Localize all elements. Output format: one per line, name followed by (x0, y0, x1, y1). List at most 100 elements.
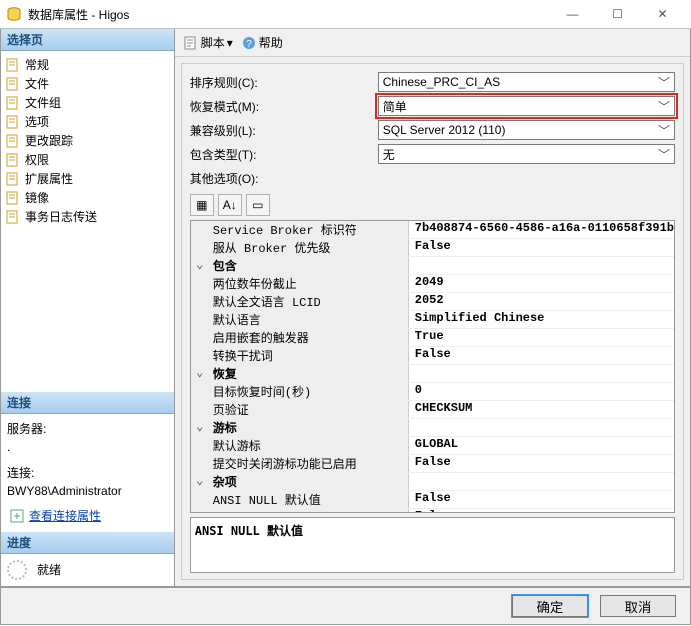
pages-button[interactable]: ▭ (246, 194, 270, 216)
connection-props-icon (9, 508, 25, 524)
cancel-button[interactable]: 取消 (600, 595, 676, 617)
sidebar-item[interactable]: 镜像 (3, 188, 172, 207)
collapse-icon[interactable]: ⌄ (191, 419, 209, 436)
window-title: 数据库属性 - Higos (28, 6, 550, 23)
propgrid-row[interactable]: 默认语言Simplified Chinese (191, 311, 674, 329)
propgrid-name: 默认全文语言 LCID (209, 293, 409, 310)
page-icon (5, 114, 21, 130)
page-icon (5, 133, 21, 149)
containment-label: 包含类型(T): (190, 146, 370, 163)
db-icon (6, 6, 22, 22)
propgrid-category[interactable]: ⌄包含 (191, 257, 674, 275)
sidebar-item-label: 镜像 (25, 189, 49, 206)
sidebar-item-label: 文件 (25, 75, 49, 92)
nav-list: 常规文件文件组选项更改跟踪权限扩展属性镜像事务日志传送 (1, 51, 174, 230)
propgrid-category[interactable]: ⌄恢复 (191, 365, 674, 383)
propgrid-name: 默认游标 (209, 437, 409, 454)
property-grid[interactable]: Service Broker 标识符7b408874-6560-4586-a16… (190, 220, 675, 513)
sidebar-item-label: 事务日志传送 (25, 208, 97, 225)
connection-label: 连接: (7, 464, 168, 482)
propgrid-cat-name: 游标 (209, 419, 409, 436)
categorize-button[interactable]: ▦ (190, 194, 214, 216)
sidebar-item[interactable]: 选项 (3, 112, 172, 131)
propgrid-row[interactable]: ANSI NULLS 已启用False (191, 509, 674, 513)
propgrid-value: False (409, 347, 674, 364)
recovery-combo[interactable]: 简单﹀ (378, 96, 675, 116)
propgrid-row[interactable]: 默认全文语言 LCID2052 (191, 293, 674, 311)
sidebar-item-label: 文件组 (25, 94, 61, 111)
sidebar-item-label: 更改跟踪 (25, 132, 73, 149)
toolbar: 脚本 ▾ ? 帮助 (175, 29, 690, 57)
progress-spinner-icon (7, 560, 27, 580)
sidebar-item[interactable]: 权限 (3, 150, 172, 169)
minimize-button[interactable]: — (550, 0, 595, 28)
view-connection-props-link[interactable]: 查看连接属性 (29, 507, 101, 525)
propgrid-row[interactable]: 转换干扰词False (191, 347, 674, 365)
propgrid-category[interactable]: ⌄游标 (191, 419, 674, 437)
propgrid-row[interactable]: 页验证CHECKSUM (191, 401, 674, 419)
propgrid-value: False (409, 455, 674, 472)
content-pane: 脚本 ▾ ? 帮助 排序规则(C): Chinese_PRC_CI_AS﹀ 恢复… (175, 29, 690, 586)
collapse-icon[interactable]: ⌄ (191, 257, 209, 274)
propgrid-row[interactable]: 提交时关闭游标功能已启用False (191, 455, 674, 473)
propgrid-name: 默认语言 (209, 311, 409, 328)
ok-button[interactable]: 确定 (512, 595, 588, 617)
sidebar-item[interactable]: 更改跟踪 (3, 131, 172, 150)
propgrid-row[interactable]: ANSI NULL 默认值False (191, 491, 674, 509)
propgrid-value: 2049 (409, 275, 674, 292)
sidebar-item[interactable]: 文件 (3, 74, 172, 93)
propgrid-name: 启用嵌套的触发器 (209, 329, 409, 346)
chevron-down-icon: ﹀ (658, 98, 670, 115)
propgrid-name: Service Broker 标识符 (209, 221, 409, 238)
maximize-button[interactable]: ☐ (595, 0, 640, 28)
collapse-icon[interactable]: ⌄ (191, 473, 209, 490)
propgrid-value: CHECKSUM (409, 401, 674, 418)
propgrid-row[interactable]: 启用嵌套的触发器True (191, 329, 674, 347)
sidebar-item[interactable]: 事务日志传送 (3, 207, 172, 226)
sidebar-item[interactable]: 扩展属性 (3, 169, 172, 188)
help-button[interactable]: ? 帮助 (241, 34, 283, 51)
sidebar-item-label: 选项 (25, 113, 49, 130)
server-label: 服务器: (7, 420, 168, 438)
propgrid-category[interactable]: ⌄杂项 (191, 473, 674, 491)
help-icon: ? (241, 35, 257, 51)
connection-value: BWY88\Administrator (7, 482, 168, 500)
server-value: . (7, 438, 168, 456)
sidebar-item[interactable]: 常规 (3, 55, 172, 74)
script-button[interactable]: 脚本 ▾ (183, 34, 233, 51)
compat-combo[interactable]: SQL Server 2012 (110)﹀ (378, 120, 675, 140)
svg-text:?: ? (246, 39, 252, 50)
sort-az-button[interactable]: A↓ (218, 194, 242, 216)
chevron-down-icon: ﹀ (658, 146, 670, 163)
propgrid-row[interactable]: 目标恢复时间(秒)0 (191, 383, 674, 401)
page-icon (5, 190, 21, 206)
propgrid-cat-name: 杂项 (209, 473, 409, 490)
propgrid-row[interactable]: 两位数年份截止2049 (191, 275, 674, 293)
sidebar-item-label: 权限 (25, 151, 49, 168)
recovery-label: 恢复模式(M): (190, 98, 370, 115)
propgrid-cat-name: 恢复 (209, 365, 409, 382)
collation-combo[interactable]: Chinese_PRC_CI_AS﹀ (378, 72, 675, 92)
sidebar-item-label: 扩展属性 (25, 170, 73, 187)
propgrid-row[interactable]: Service Broker 标识符7b408874-6560-4586-a16… (191, 221, 674, 239)
script-icon (183, 35, 199, 51)
propgrid-value: GLOBAL (409, 437, 674, 454)
close-button[interactable]: ✕ (640, 0, 685, 28)
propgrid-value: False (409, 491, 674, 508)
propgrid-name: 服从 Broker 优先级 (209, 239, 409, 256)
propgrid-value: True (409, 329, 674, 346)
button-bar: 确定 取消 (0, 587, 691, 625)
propgrid-value: 2052 (409, 293, 674, 310)
containment-combo[interactable]: 无﹀ (378, 144, 675, 164)
select-page-header: 选择页 (1, 29, 174, 51)
collapse-icon[interactable]: ⌄ (191, 365, 209, 382)
sidebar-item[interactable]: 文件组 (3, 93, 172, 112)
description-title: ANSI NULL 默认值 (195, 522, 670, 539)
propgrid-row[interactable]: 默认游标GLOBAL (191, 437, 674, 455)
propgrid-name: ANSI NULLS 已启用 (209, 509, 409, 513)
page-icon (5, 152, 21, 168)
sidebar: 选择页 常规文件文件组选项更改跟踪权限扩展属性镜像事务日志传送 连接 服务器: … (1, 29, 175, 586)
propgrid-name: 目标恢复时间(秒) (209, 383, 409, 400)
propgrid-row[interactable]: 服从 Broker 优先级False (191, 239, 674, 257)
progress-header: 进度 (1, 532, 174, 554)
